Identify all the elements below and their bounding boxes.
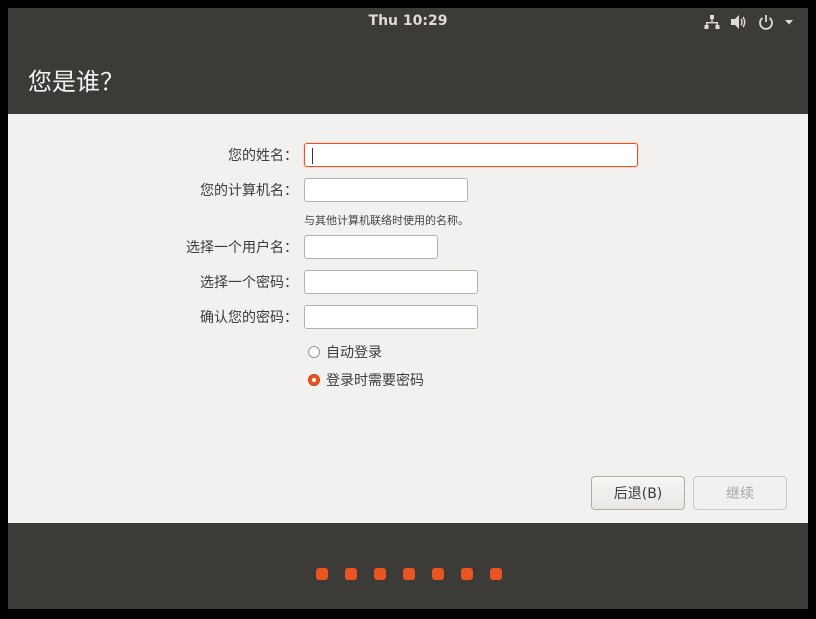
computer-name-label: 您的计算机名： [200,183,298,199]
progress-dot [403,568,415,580]
username-row: 选择一个用户名： [8,235,808,261]
confirm-password-label: 确认您的密码： [200,310,298,326]
continue-button[interactable]: 继续 [693,476,787,510]
top-bar: Thu 10:29 [8,8,808,35]
name-label: 您的姓名： [228,148,298,164]
installer-window: Thu 10:29 您是谁？ 您的姓名： 您的计算机名： 与其他计算机联络时使用… [8,8,808,609]
progress-dot [374,568,386,580]
auto-login-option[interactable]: 自动登录 [308,342,382,362]
password-input[interactable] [304,270,478,294]
user-setup-form: 您的姓名： 您的计算机名： 与其他计算机联络时使用的名称。 选择一个用户名： 选… [8,114,808,523]
name-row: 您的姓名： [8,143,808,169]
computer-name-input[interactable] [304,178,468,202]
computer-name-hint: 与其他计算机联络时使用的名称。 [304,214,469,227]
system-tray[interactable] [704,12,794,32]
progress-footer [8,523,808,609]
require-password-label: 登录时需要密码 [326,373,424,389]
progress-dots [316,568,502,580]
page-title: 您是谁？ [28,68,124,96]
chevron-down-icon[interactable] [784,17,794,27]
require-password-option[interactable]: 登录时需要密码 [308,370,424,390]
page-header: 您是谁？ [8,36,808,114]
confirm-password-row: 确认您的密码： [8,305,808,331]
progress-dot [345,568,357,580]
progress-dot [432,568,444,580]
confirm-password-input[interactable] [304,305,478,329]
auto-login-label: 自动登录 [326,345,382,361]
progress-dot [490,568,502,580]
password-row: 选择一个密码： [8,270,808,296]
password-label: 选择一个密码： [200,275,298,291]
text-cursor [312,148,313,164]
username-label: 选择一个用户名： [186,240,298,256]
back-button[interactable]: 后退(B) [591,476,685,510]
name-input[interactable] [304,143,638,167]
clock[interactable]: Thu 10:29 [8,13,808,29]
computer-name-row: 您的计算机名： [8,178,808,204]
progress-dot [461,568,473,580]
network-icon[interactable] [704,14,720,30]
volume-icon[interactable] [730,14,748,30]
auto-login-radio[interactable] [308,346,320,358]
power-icon[interactable] [758,14,774,30]
progress-dot [316,568,328,580]
username-input[interactable] [304,235,438,259]
require-password-radio[interactable] [308,374,320,386]
